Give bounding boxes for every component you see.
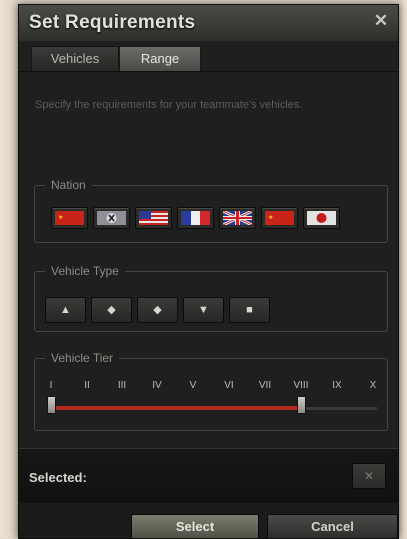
tier-label: V xyxy=(189,380,197,391)
tier-label: IV xyxy=(152,380,162,391)
usa-flag-button[interactable] xyxy=(135,207,172,229)
china-flag-button[interactable]: ★ xyxy=(261,207,298,229)
tier-max-handle[interactable] xyxy=(297,396,306,414)
japan-flag-button[interactable] xyxy=(303,207,340,229)
vehicle-tier-group: Vehicle Tier I II III IV V VI VII VIII I… xyxy=(34,351,388,431)
nation-group: Nation ★ ★ xyxy=(34,178,388,243)
france-flag-button[interactable] xyxy=(177,207,214,229)
tier-slider-fill xyxy=(50,406,301,410)
tier-label: VIII xyxy=(293,380,309,391)
china-flag-icon: ★ xyxy=(55,211,84,225)
tank-destroyer-icon: ▼ xyxy=(198,304,209,316)
tier-label: VII xyxy=(258,380,272,391)
requirements-description: Specify the requirements for your teamma… xyxy=(35,99,303,111)
tier-label: II xyxy=(84,380,90,391)
china-flag-button[interactable]: ★ xyxy=(51,207,88,229)
uk-flag-button[interactable] xyxy=(219,207,256,229)
set-requirements-dialog: Set Requirements ✕ Vehicles Range Specif… xyxy=(18,4,399,539)
light-tank-icon: ▲ xyxy=(60,304,71,316)
selected-label: Selected: xyxy=(29,470,87,485)
france-flag-icon xyxy=(181,211,210,225)
tab-range[interactable]: Range xyxy=(119,46,201,71)
tier-label: III xyxy=(117,380,127,391)
svg-text:★: ★ xyxy=(58,214,63,221)
heavy-tank-button[interactable]: ◆ xyxy=(137,297,178,323)
dialog-title: Set Requirements xyxy=(29,12,196,33)
close-icon: ✕ xyxy=(363,469,375,483)
spg-button[interactable]: ■ xyxy=(229,297,270,323)
medium-tank-button[interactable]: ◆ xyxy=(91,297,132,323)
heavy-tank-icon: ◆ xyxy=(153,304,162,316)
nation-legend: Nation xyxy=(45,178,92,192)
china-flag-icon: ★ xyxy=(265,211,294,225)
cancel-button[interactable]: Cancel xyxy=(267,514,398,538)
tier-label: I xyxy=(49,380,53,391)
tab-vehicles[interactable]: Vehicles xyxy=(31,46,119,71)
vehicle-type-legend: Vehicle Type xyxy=(45,264,125,278)
close-icon[interactable]: ✕ xyxy=(372,12,390,30)
germany-flag-button[interactable] xyxy=(93,207,130,229)
tank-destroyer-button[interactable]: ▼ xyxy=(183,297,224,323)
tier-label: VI xyxy=(224,380,234,391)
selected-bar: Selected: ✕ xyxy=(19,448,398,504)
dialog-footer: Select Cancel xyxy=(19,503,398,538)
vehicle-type-group: Vehicle Type ▲ ◆ ◆ ▼ ■ xyxy=(34,264,388,332)
usa-flag-icon xyxy=(139,211,168,225)
select-button[interactable]: Select xyxy=(131,514,259,538)
germany-flag-icon xyxy=(97,211,126,225)
spg-icon: ■ xyxy=(246,304,253,316)
light-tank-button[interactable]: ▲ xyxy=(45,297,86,323)
svg-text:★: ★ xyxy=(268,214,273,221)
tier-min-handle[interactable] xyxy=(47,396,56,414)
tab-divider xyxy=(19,71,398,72)
background-left xyxy=(0,0,18,537)
uk-flag-icon xyxy=(223,211,252,225)
japan-flag-icon xyxy=(307,211,336,225)
medium-tank-icon: ◆ xyxy=(107,304,116,316)
vehicle-tier-legend: Vehicle Tier xyxy=(45,351,120,365)
title-bar: Set Requirements ✕ xyxy=(19,5,398,41)
tier-label: X xyxy=(369,380,377,391)
tier-label: IX xyxy=(332,380,342,391)
clear-selection-button[interactable]: ✕ xyxy=(352,463,386,489)
